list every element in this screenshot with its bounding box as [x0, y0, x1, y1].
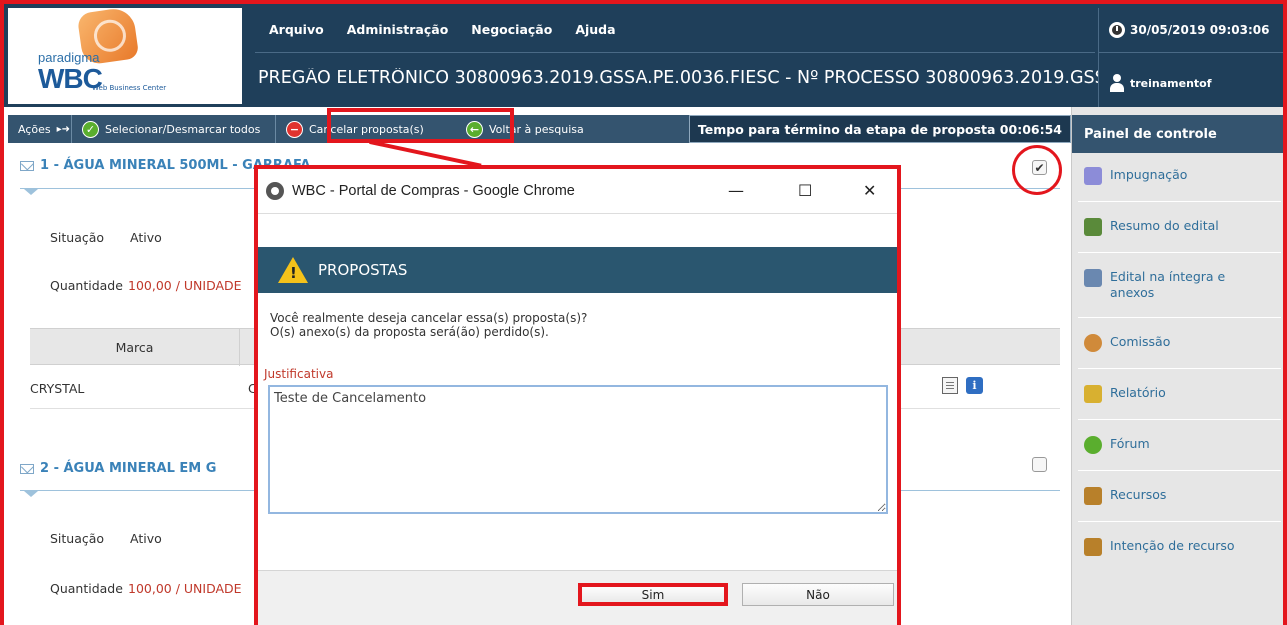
item-2-checkbox[interactable] [1032, 457, 1047, 472]
minus-circle-icon: − [286, 120, 303, 138]
report-icon [1084, 385, 1102, 403]
item-1-quantidade-value: 100,00 / UNIDADE [128, 278, 242, 293]
item-2-quantidade-value: 100,00 / UNIDADE [128, 581, 242, 596]
logo[interactable]: paradigma WBC Web Business Center [8, 6, 242, 104]
justification-label: Justificativa [264, 367, 334, 381]
panel-item-forum[interactable]: Fórum [1072, 436, 1287, 454]
dialog-footer: Sim Não [258, 570, 897, 625]
no-button[interactable]: Não [742, 583, 894, 606]
menu-negociacao[interactable]: Negociação [471, 22, 552, 37]
item-2-situacao-value: Ativo [130, 531, 162, 546]
clock-icon [1109, 22, 1125, 38]
datetime: 30/05/2019 09:03:06 [1109, 22, 1269, 38]
item-1-situacao-label: Situação [50, 230, 105, 245]
panel-item-label: Resumo do edital [1110, 218, 1219, 233]
menu-arquivo[interactable]: Arquivo [269, 22, 324, 37]
panel-item-label: Impugnação [1110, 167, 1188, 182]
panel-item-label: Fórum [1110, 436, 1150, 451]
minimize-icon[interactable]: — [728, 181, 744, 200]
cancel-proposal-dialog: WBC - Portal de Compras - Google Chrome … [254, 165, 901, 625]
dialog-message: Você realmente deseja cancelar essa(s) p… [258, 293, 897, 339]
menu-administracao[interactable]: Administração [347, 22, 449, 37]
control-panel: Painel de controle Impugnação Resumo do … [1071, 107, 1287, 625]
username: treinamentof [1130, 76, 1212, 90]
envelope-icon [20, 463, 34, 474]
panel-item-comissao[interactable]: Comissão [1072, 334, 1287, 352]
panel-item-intencao-recurso[interactable]: Intenção de recurso [1072, 538, 1287, 556]
justification-textarea[interactable] [268, 385, 888, 514]
panel-item-edital[interactable]: Edital na íntegra e anexos [1072, 269, 1287, 301]
panel-item-label: Relatório [1110, 385, 1166, 400]
maximize-icon[interactable]: ☐ [798, 181, 812, 200]
item-1-situacao-value: Ativo [130, 230, 162, 245]
attachment-document-icon [1084, 269, 1102, 287]
panel-item-label: Comissão [1110, 334, 1171, 349]
close-icon[interactable]: ✕ [863, 181, 876, 200]
attachment-icon[interactable] [942, 377, 958, 394]
row-actions: i [942, 377, 983, 394]
datetime-text: 30/05/2019 09:03:06 [1130, 23, 1270, 37]
info-icon[interactable]: i [966, 377, 983, 394]
resource-intent-icon [1084, 538, 1102, 556]
item-2-title-text: 2 - ÁGUA MINERAL EM G [40, 461, 217, 476]
panel-item-label: Edital na íntegra e anexos [1110, 269, 1226, 300]
dialog-message-line-1: Você realmente deseja cancelar essa(s) p… [270, 311, 588, 325]
cell-marca: CRYSTAL [30, 381, 85, 396]
user-icon [1109, 74, 1125, 92]
panel-item-label: Recursos [1110, 487, 1167, 502]
user[interactable]: treinamentof [1109, 74, 1212, 92]
header-info-divider [1099, 52, 1287, 53]
item-1-quantidade-label: Quantidade [50, 278, 123, 293]
logo-brand-sub: Web Business Center [92, 84, 167, 92]
annotation-cancel-box [327, 108, 514, 143]
dialog-banner: PROPOSTAS [258, 247, 897, 293]
panel-item-recursos[interactable]: Recursos [1072, 487, 1287, 505]
item-2-title[interactable]: 2 - ÁGUA MINERAL EM G [20, 461, 216, 476]
col-marca-header: Marca [30, 329, 240, 366]
proposal-timer: Tempo para término da etapa de proposta … [688, 115, 1071, 143]
menu-ajuda[interactable]: Ajuda [575, 22, 615, 37]
dialog-message-line-2: O(s) anexo(s) da proposta será(ão) perdi… [270, 325, 549, 339]
panel-item-relatorio[interactable]: Relatório [1072, 385, 1287, 403]
dialog-titlebar: WBC - Portal de Compras - Google Chrome … [258, 169, 897, 213]
item-2-situacao-label: Situação [50, 531, 105, 546]
list-document-icon [1084, 218, 1102, 236]
panel-item-label: Intenção de recurso [1110, 538, 1235, 553]
dialog-spacer [258, 213, 897, 247]
group-icon [1084, 334, 1102, 352]
dialog-banner-title: PROPOSTAS [318, 261, 408, 279]
panel-item-impugnacao[interactable]: Impugnação [1072, 167, 1287, 185]
chevron-down-icon[interactable] [24, 189, 38, 195]
control-panel-title: Painel de controle [1072, 115, 1287, 153]
check-circle-icon: ✓ [82, 120, 99, 138]
resource-icon [1084, 487, 1102, 505]
header-divider [255, 52, 1095, 53]
page-title: PREGÃO ELETRÔNICO 30800963.2019.GSSA.PE.… [258, 68, 1098, 88]
pencil-icon [1084, 167, 1102, 185]
envelope-icon [20, 160, 34, 171]
panel-item-resumo[interactable]: Resumo do edital [1072, 218, 1287, 236]
acoes-button[interactable]: Ações ▸➜ [8, 115, 72, 143]
yes-button[interactable]: Sim [578, 583, 728, 606]
select-all-button[interactable]: ✓ Selecionar/Desmarcar todos [72, 115, 276, 143]
toolbar: Ações ▸➜ ✓ Selecionar/Desmarcar todos − … [0, 107, 1071, 145]
header-info: 30/05/2019 09:03:06 treinamentof [1098, 8, 1287, 107]
acoes-label: Ações [18, 122, 51, 136]
warning-icon [278, 257, 308, 283]
chevron-down-icon[interactable] [24, 491, 38, 497]
toolbar-bar: Ações ▸➜ ✓ Selecionar/Desmarcar todos − … [8, 115, 1071, 143]
header: paradigma WBC Web Business Center Arquiv… [0, 0, 1287, 107]
select-all-label: Selecionar/Desmarcar todos [105, 122, 261, 136]
annotation-checkbox-circle [1012, 145, 1062, 195]
arrow-right-icon: ▸➜ [56, 123, 71, 135]
item-2-quantidade-label: Quantidade [50, 581, 123, 596]
top-menu: Arquivo Administração Negociação Ajuda [269, 22, 639, 37]
forum-icon [1084, 436, 1102, 454]
dialog-window-title: WBC - Portal de Compras - Google Chrome [292, 183, 575, 199]
chrome-icon [266, 182, 284, 200]
